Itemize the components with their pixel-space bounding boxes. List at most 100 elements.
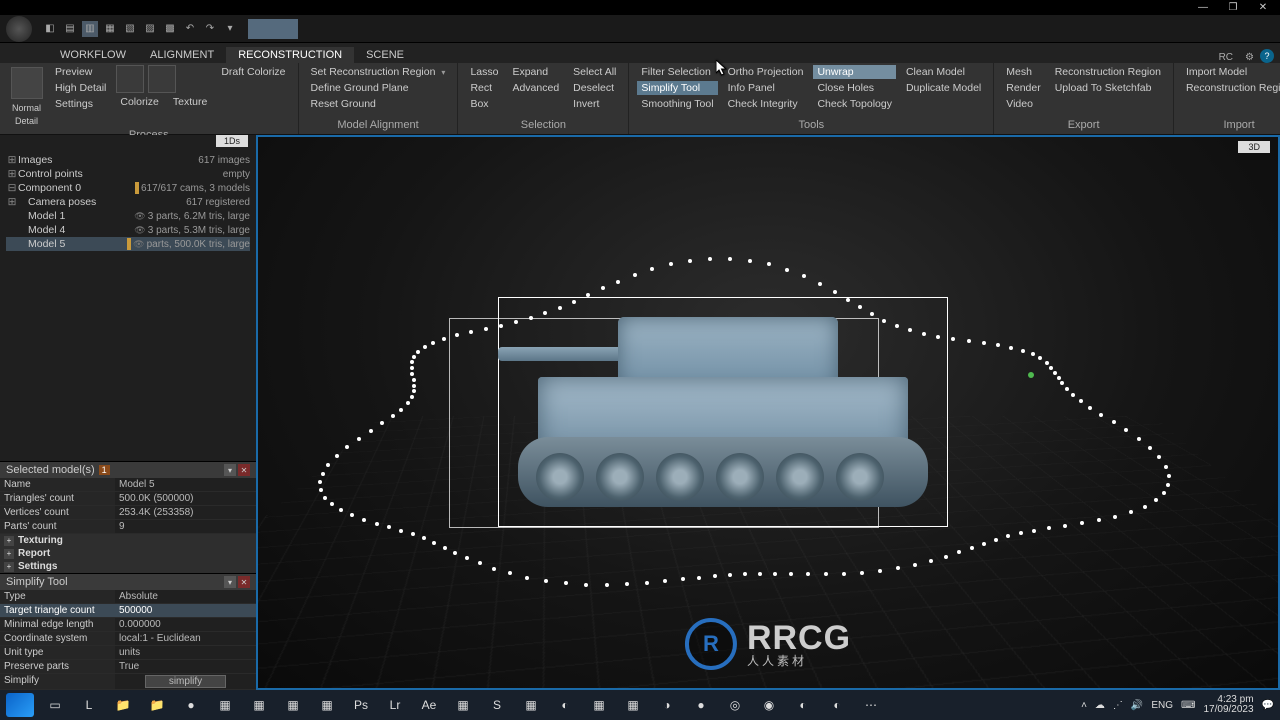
import-model-button[interactable]: Import Model xyxy=(1182,65,1280,79)
panel-close-icon[interactable]: ✕ xyxy=(238,576,250,588)
taskbar-app-8[interactable]: ▦ xyxy=(280,694,306,716)
windows-taskbar[interactable]: ▭L📁📁●▦▦▦▦PsLrAe▦S▦◐▦▦◑●◎◉◐◐⋯ ˄ ☁ ⋰ 🔊 ENG… xyxy=(0,690,1280,720)
taskbar-app-6[interactable]: ▦ xyxy=(212,694,238,716)
taskbar-app-14[interactable]: S xyxy=(484,694,510,716)
section-report[interactable]: +Report xyxy=(0,547,256,560)
simplify-row[interactable]: TypeAbsolute xyxy=(0,590,256,604)
select-all-button[interactable]: Select All xyxy=(569,65,620,79)
taskbar-app-15[interactable]: ▦ xyxy=(518,694,544,716)
tray-expand-icon[interactable]: ˄ xyxy=(1081,700,1087,711)
expand-button[interactable]: Expand xyxy=(508,65,563,79)
taskbar-app-11[interactable]: Lr xyxy=(382,694,408,716)
simplify-row[interactable]: Minimal edge length0.000000 xyxy=(0,618,256,632)
panel-close-icon[interactable]: ✕ xyxy=(238,464,250,476)
selected-model-header[interactable]: Selected model(s) 1 ▾✕ xyxy=(0,462,256,478)
qa-dropdown[interactable]: ▾ xyxy=(222,21,238,37)
tree-badge[interactable]: 1Ds xyxy=(216,135,248,147)
qa-btn-6[interactable]: ▩ xyxy=(162,21,178,37)
export-render-button[interactable]: Render xyxy=(1002,81,1044,95)
info-panel-button[interactable]: Info Panel xyxy=(724,81,808,95)
tree-row[interactable]: ⊞Control points empty xyxy=(6,167,250,181)
qa-btn-2[interactable]: ▥ xyxy=(82,21,98,37)
simplify-row[interactable]: Target triangle count500000 xyxy=(0,604,256,618)
define-ground-plane-button[interactable]: Define Ground Plane xyxy=(307,81,450,95)
system-tray[interactable]: ˄ ☁ ⋰ 🔊 ENG ⌨ 4:23 pm17/09/2023 💬 xyxy=(1081,695,1274,716)
scene-tree[interactable]: ⊞Images 617 images⊞Control points empty⊟… xyxy=(0,135,256,257)
document-tab[interactable] xyxy=(248,19,298,39)
qa-btn-redo[interactable]: ↷ xyxy=(202,21,218,37)
ime-icon[interactable]: ⌨ xyxy=(1181,700,1195,711)
property-row[interactable]: Triangles' count500.0K (500000) xyxy=(0,492,256,506)
qa-btn-undo[interactable]: ↶ xyxy=(182,21,198,37)
settings-gear-icon[interactable]: ⚙ xyxy=(1239,52,1260,63)
taskbar-app-19[interactable]: ◑ xyxy=(654,694,680,716)
deselect-button[interactable]: Deselect xyxy=(569,81,620,95)
close-button[interactable]: ✕ xyxy=(1248,1,1278,14)
property-row[interactable]: NameModel 5 xyxy=(0,478,256,492)
draft-colorize-button[interactable]: Draft Colorize xyxy=(217,65,289,79)
settings-button[interactable]: Settings xyxy=(51,97,110,111)
advanced-button[interactable]: Advanced xyxy=(508,81,563,95)
taskbar-app-21[interactable]: ◎ xyxy=(722,694,748,716)
wifi-icon[interactable]: ⋰ xyxy=(1113,700,1123,711)
qa-btn-3[interactable]: ▦ xyxy=(102,21,118,37)
high-detail-button[interactable]: High Detail xyxy=(51,81,110,95)
taskbar-app-3[interactable]: 📁 xyxy=(110,694,136,716)
minimize-button[interactable]: — xyxy=(1188,1,1218,14)
taskbar-app-23[interactable]: ◐ xyxy=(790,694,816,716)
rect-button[interactable]: Rect xyxy=(466,81,502,95)
tab-workflow[interactable]: WORKFLOW xyxy=(48,47,138,63)
simplify-row[interactable]: Coordinate systemlocal:1 - Euclidean xyxy=(0,632,256,646)
taskbar-app-7[interactable]: ▦ xyxy=(246,694,272,716)
preview-button[interactable]: Preview xyxy=(51,65,110,79)
qa-btn-4[interactable]: ▧ xyxy=(122,21,138,37)
cloud-icon[interactable]: ☁ xyxy=(1095,700,1105,711)
smoothing-tool-button[interactable]: Smoothing Tool xyxy=(637,97,717,111)
export-video-button[interactable]: Video xyxy=(1002,97,1044,111)
taskbar-app-4[interactable]: 📁 xyxy=(144,694,170,716)
qa-btn-5[interactable]: ▨ xyxy=(142,21,158,37)
property-row[interactable]: Vertices' count253.4K (253358) xyxy=(0,506,256,520)
taskbar-app-13[interactable]: ▦ xyxy=(450,694,476,716)
tree-row[interactable]: Model 1 👁3 parts, 6.2M tris, large xyxy=(6,209,250,223)
taskbar-app-12[interactable]: Ae xyxy=(416,694,442,716)
tree-row[interactable]: ⊞Camera poses 617 registered xyxy=(6,195,250,209)
taskbar-app-18[interactable]: ▦ xyxy=(620,694,646,716)
upload-sketchfab-button[interactable]: Upload To Sketchfab xyxy=(1051,81,1165,95)
simplify-row[interactable]: Unit typeunits xyxy=(0,646,256,660)
export-mesh-button[interactable]: Mesh xyxy=(1002,65,1044,79)
tab-alignment[interactable]: ALIGNMENT xyxy=(138,47,226,63)
simplify-run-button[interactable]: simplify xyxy=(145,675,226,688)
panel-min-icon[interactable]: ▾ xyxy=(224,576,236,588)
taskbar-app-1[interactable]: ▭ xyxy=(42,694,68,716)
normal-detail-icon[interactable] xyxy=(11,67,43,99)
ortho-projection-button[interactable]: Ortho Projection xyxy=(724,65,808,79)
tree-row[interactable]: ⊟Component 0 617/617 cams, 3 models xyxy=(6,181,250,195)
taskbar-app-9[interactable]: ▦ xyxy=(314,694,340,716)
taskbar-app-22[interactable]: ◉ xyxy=(756,694,782,716)
taskbar-app-17[interactable]: ▦ xyxy=(586,694,612,716)
simplify-row[interactable]: Preserve partsTrue xyxy=(0,660,256,674)
taskbar-app-16[interactable]: ◐ xyxy=(552,694,578,716)
invert-button[interactable]: Invert xyxy=(569,97,620,111)
export-reconstruction-region-button[interactable]: Reconstruction Region xyxy=(1051,65,1165,79)
lasso-button[interactable]: Lasso xyxy=(466,65,502,79)
taskbar-app-10[interactable]: Ps xyxy=(348,694,374,716)
property-row[interactable]: Parts' count9 xyxy=(0,520,256,534)
simplify-panel-header[interactable]: Simplify Tool ▾✕ xyxy=(0,574,256,590)
tab-reconstruction[interactable]: RECONSTRUCTION xyxy=(226,47,354,63)
check-topology-button[interactable]: Check Topology xyxy=(813,97,896,111)
clean-model-button[interactable]: Clean Model xyxy=(902,65,985,79)
tree-row[interactable]: Model 4 👁3 parts, 5.3M tris, large xyxy=(6,223,250,237)
tab-scene[interactable]: SCENE xyxy=(354,47,416,63)
reset-ground-button[interactable]: Reset Ground xyxy=(307,97,450,111)
colorize-icon[interactable] xyxy=(116,65,144,93)
box-button[interactable]: Box xyxy=(466,97,502,111)
tree-row[interactable]: ⊞Images 617 images xyxy=(6,153,250,167)
set-reconstruction-region-button[interactable]: Set Reconstruction Region xyxy=(307,65,450,79)
taskbar-app-24[interactable]: ◐ xyxy=(824,694,850,716)
unwrap-button[interactable]: Unwrap xyxy=(813,65,896,79)
simplify-tool-button[interactable]: Simplify Tool xyxy=(637,81,717,95)
taskbar-app-0[interactable] xyxy=(6,693,34,717)
viewport-mode-label[interactable]: 3D xyxy=(1238,141,1270,153)
